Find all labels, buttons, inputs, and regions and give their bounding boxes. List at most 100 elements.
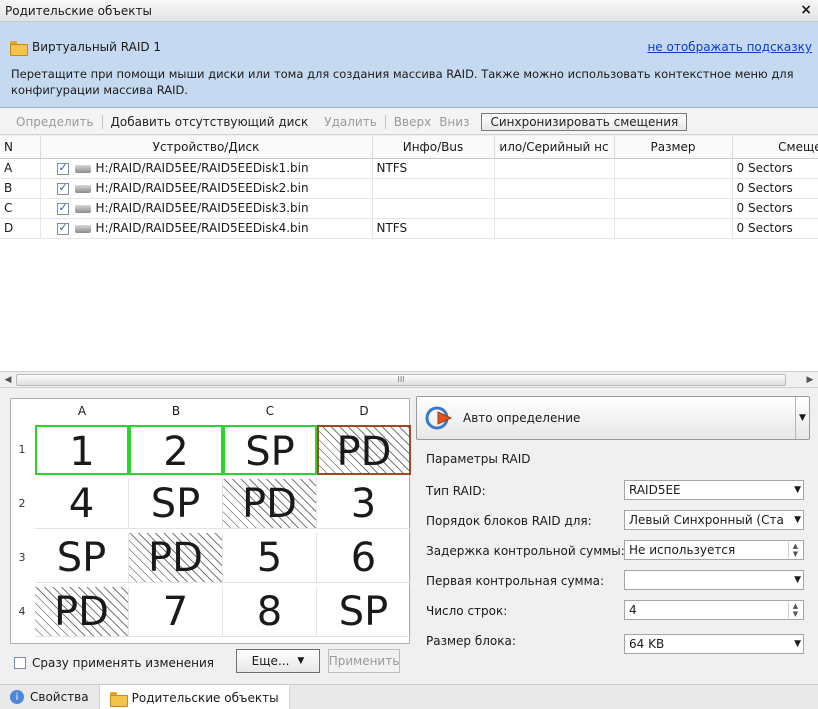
serial-cell bbox=[494, 218, 615, 239]
more-button-label: Еще... bbox=[251, 654, 290, 668]
table-row[interactable]: A H:/RAID/RAID5EE/RAID5EEDisk1.bin NTFS … bbox=[0, 158, 818, 179]
column-header-info[interactable]: Инфо/Bus bbox=[372, 136, 495, 159]
raid-block-cell[interactable]: 2 bbox=[129, 425, 223, 475]
device-path: H:/RAID/RAID5EE/RAID5EEDisk4.bin bbox=[95, 221, 309, 235]
size-cell bbox=[614, 158, 733, 179]
tab-properties[interactable]: i Свойства bbox=[0, 685, 100, 709]
table-row[interactable]: B H:/RAID/RAID5EE/RAID5EEDisk2.bin 0 Sec… bbox=[0, 178, 818, 199]
raid-type-select[interactable]: RAID5EE ▼ bbox=[624, 480, 804, 500]
column-header-device[interactable]: Устройство/Диск bbox=[40, 136, 373, 159]
spinner-icon[interactable]: ▲ ▼ bbox=[788, 542, 802, 558]
chevron-down-icon[interactable]: ▼ bbox=[795, 397, 809, 439]
raid-block-cell[interactable]: 1 bbox=[35, 425, 129, 475]
serial-cell bbox=[494, 178, 615, 199]
raid-block-cell[interactable]: 7 bbox=[129, 587, 223, 637]
rows-count-stepper[interactable]: 4 ▲ ▼ bbox=[624, 600, 804, 620]
add-missing-disk-button[interactable]: Добавить отсутствующий диск bbox=[103, 115, 317, 129]
hint-header: Виртуальный RAID 1 bbox=[10, 40, 161, 56]
column-header-size[interactable]: Размер bbox=[614, 136, 733, 159]
scroll-thumb[interactable]: III bbox=[16, 373, 786, 386]
raid-parity-cell[interactable]: PD bbox=[129, 533, 223, 583]
disk-icon bbox=[74, 164, 91, 173]
raid-block-cell[interactable]: SP bbox=[223, 425, 317, 475]
raid-type-value: RAID5EE bbox=[629, 483, 681, 497]
row-checkbox[interactable] bbox=[56, 201, 69, 215]
row-checkbox[interactable] bbox=[56, 221, 69, 235]
column-header-n[interactable]: N bbox=[0, 136, 41, 159]
raid-spare-cell[interactable]: SP bbox=[317, 587, 411, 637]
raid-parity-cell[interactable]: PD bbox=[223, 479, 317, 529]
chevron-down-icon: ▼ bbox=[794, 575, 801, 585]
raid-block-cell[interactable]: 4 bbox=[35, 479, 129, 529]
column-header-offset[interactable]: Смещен bbox=[732, 136, 818, 159]
remove-button[interactable]: Удалить bbox=[316, 115, 385, 129]
row-checkbox[interactable] bbox=[56, 161, 69, 175]
hide-hint-link[interactable]: не отображать подсказку bbox=[647, 40, 812, 54]
raid-parity-cell[interactable]: PD bbox=[317, 425, 411, 475]
auto-detect-button[interactable]: Авто определение ▼ bbox=[416, 396, 810, 440]
info-cell bbox=[372, 198, 495, 219]
tab-label: Свойства bbox=[30, 690, 89, 704]
block-order-label: Порядок блоков RAID для: bbox=[426, 514, 592, 528]
device-path: H:/RAID/RAID5EE/RAID5EEDisk2.bin bbox=[95, 181, 309, 195]
raid-block-cell[interactable]: 6 bbox=[317, 533, 411, 583]
first-checksum-select[interactable]: ▼ bbox=[624, 570, 804, 590]
checksum-delay-label: Задержка контрольной суммы: bbox=[426, 544, 625, 558]
raid-type-label: Тип RAID: bbox=[426, 484, 486, 498]
bottom-tabs: i Свойства Родительские объекты bbox=[0, 684, 818, 709]
device-cell: H:/RAID/RAID5EE/RAID5EEDisk4.bin bbox=[40, 218, 373, 239]
folder-icon bbox=[109, 691, 128, 707]
apply-button[interactable]: Применить bbox=[328, 649, 400, 673]
raid-block-cell[interactable]: 8 bbox=[223, 587, 317, 637]
apply-now-checkbox[interactable] bbox=[14, 657, 26, 669]
size-cell bbox=[614, 218, 733, 239]
device-path: H:/RAID/RAID5EE/RAID5EEDisk3.bin bbox=[95, 201, 309, 215]
size-cell bbox=[614, 178, 733, 199]
scroll-right-icon[interactable]: ▶ bbox=[802, 375, 818, 385]
block-size-select[interactable]: 64 KB ▼ bbox=[624, 634, 804, 654]
chevron-down-icon: ▼ bbox=[794, 639, 801, 649]
row-letter: B bbox=[0, 178, 41, 199]
raid-spare-cell[interactable]: SP bbox=[129, 479, 223, 529]
raid-layout-map: A B C D 1 2 3 4 1 2 SP PD 4 SP PD 3 SP P… bbox=[10, 398, 411, 644]
hint-panel: Виртуальный RAID 1 не отображать подсказ… bbox=[0, 22, 818, 108]
raid-block-cell[interactable]: 3 bbox=[317, 479, 411, 529]
raid-row-header: 3 bbox=[18, 551, 26, 564]
raid-block-cell[interactable]: 5 bbox=[223, 533, 317, 583]
device-cell: H:/RAID/RAID5EE/RAID5EEDisk2.bin bbox=[40, 178, 373, 199]
move-down-button[interactable]: Вниз bbox=[439, 115, 477, 129]
horizontal-scrollbar[interactable]: ◀ III ▶ bbox=[0, 372, 818, 388]
scroll-left-icon[interactable]: ◀ bbox=[0, 375, 16, 385]
raid-parity-cell[interactable]: PD bbox=[35, 587, 129, 637]
checksum-delay-value: Не используется bbox=[629, 543, 736, 557]
table-row[interactable]: D H:/RAID/RAID5EE/RAID5EEDisk4.bin NTFS … bbox=[0, 218, 818, 239]
row-letter: D bbox=[0, 218, 41, 239]
column-header-serial[interactable]: ило/Серийный нс bbox=[494, 136, 615, 159]
row-checkbox[interactable] bbox=[56, 181, 69, 195]
scroll-track[interactable]: III bbox=[16, 373, 802, 387]
move-up-button[interactable]: Вверх bbox=[386, 115, 439, 129]
more-button[interactable]: Еще... ▼ bbox=[236, 649, 320, 673]
first-checksum-label: Первая контрольная сумма: bbox=[426, 574, 605, 588]
offset-cell: 0 Sectors bbox=[732, 178, 818, 199]
table-row[interactable]: C H:/RAID/RAID5EE/RAID5EEDisk3.bin 0 Sec… bbox=[0, 198, 818, 219]
row-letter: C bbox=[0, 198, 41, 219]
spinner-icon[interactable]: ▲ ▼ bbox=[788, 602, 802, 618]
block-order-select[interactable]: Левый Синхронный (Ста ▼ bbox=[624, 510, 804, 530]
offset-cell: 0 Sectors bbox=[732, 198, 818, 219]
row-letter: A bbox=[0, 158, 41, 179]
detect-button[interactable]: Определить bbox=[8, 115, 102, 129]
raid-column-header: B bbox=[171, 404, 181, 418]
checksum-delay-stepper[interactable]: Не используется ▲ ▼ bbox=[624, 540, 804, 560]
raid-spare-cell[interactable]: SP bbox=[35, 533, 129, 583]
auto-detect-icon bbox=[425, 406, 453, 430]
raid-column-header: D bbox=[359, 404, 369, 418]
sync-offsets-button[interactable]: Синхронизировать смещения bbox=[481, 112, 688, 131]
raid-row-header: 4 bbox=[18, 605, 26, 618]
close-icon[interactable]: × bbox=[800, 2, 812, 18]
apply-now-label[interactable]: Сразу применять изменения bbox=[32, 656, 214, 670]
properties-icon: i bbox=[10, 690, 24, 704]
chevron-down-icon: ▼ bbox=[297, 656, 305, 666]
tab-parent-objects[interactable]: Родительские объекты bbox=[99, 685, 290, 709]
raid-column-header: A bbox=[77, 404, 87, 418]
